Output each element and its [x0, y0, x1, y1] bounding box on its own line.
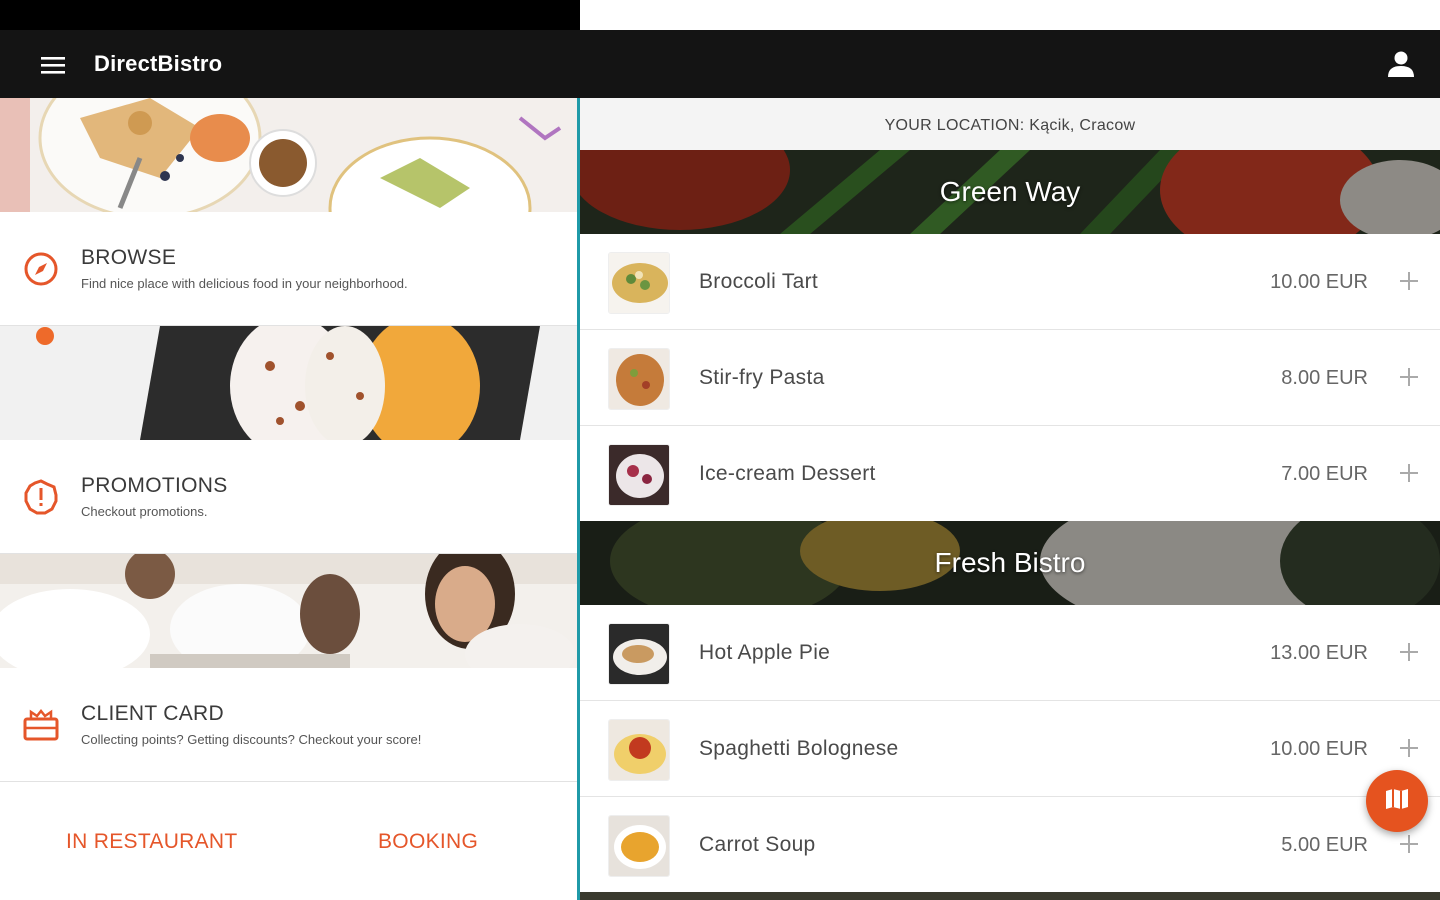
dish-price: 13.00 EUR [1270, 642, 1368, 664]
account-icon[interactable] [1384, 47, 1418, 81]
restaurant-header[interactable]: Green Way [580, 150, 1440, 234]
map-icon [1385, 788, 1409, 815]
nav-promotions[interactable]: PROMOTIONS Checkout promotions. [0, 440, 578, 554]
dish-name: Spaghetti Bolognese [699, 737, 899, 760]
promotions-title: PROMOTIONS [81, 474, 228, 497]
dish-image [608, 348, 670, 410]
dish-price: 7.00 EUR [1281, 463, 1368, 485]
add-icon[interactable] [1398, 641, 1420, 663]
location-bar[interactable]: YOUR LOCATION: Kącik, Cracow [580, 98, 1440, 150]
client-card-hero-image [0, 554, 578, 668]
nav-client-card[interactable]: CLIENT CARD Collecting points? Getting d… [0, 668, 578, 782]
alert-badge-icon [22, 478, 60, 516]
dish-image [608, 719, 670, 781]
dish-row[interactable]: Carrot Soup 5.00 EUR [580, 797, 1440, 893]
promotions-hero-image [0, 326, 578, 440]
wifi-icon [580, 4, 600, 27]
clock: 10:45 [650, 4, 696, 25]
dish-price: 5.00 EUR [1281, 834, 1368, 856]
booking-button[interactable]: BOOKING [378, 820, 478, 864]
dish-image [608, 815, 670, 877]
app-title: DirectBistro [94, 51, 223, 76]
next-restaurant-preview [580, 892, 1440, 900]
client-card-title: CLIENT CARD [81, 702, 224, 725]
dish-row[interactable]: Stir-fry Pasta 8.00 EUR [580, 330, 1440, 426]
right-panel: YOUR LOCATION: Kącik, Cracow Green Way B… [580, 98, 1440, 900]
add-icon[interactable] [1398, 462, 1420, 484]
battery-icon [634, 3, 645, 27]
add-icon[interactable] [1398, 366, 1420, 388]
add-icon[interactable] [1398, 833, 1420, 855]
bottom-actions: IN RESTAURANT BOOKING [0, 786, 578, 900]
dish-name: Stir-fry Pasta [699, 366, 825, 389]
nav-browse[interactable]: BROWSE Find nice place with delicious fo… [0, 212, 578, 326]
dish-image [608, 444, 670, 506]
compass-icon [22, 250, 60, 288]
left-panel: BROWSE Find nice place with delicious fo… [0, 98, 578, 900]
map-fab-button[interactable] [1366, 770, 1428, 832]
promotions-subtitle: Checkout promotions. [81, 504, 208, 519]
browse-subtitle: Find nice place with delicious food in y… [81, 276, 408, 291]
dish-name: Hot Apple Pie [699, 641, 831, 664]
gift-card-icon [22, 706, 60, 744]
client-card-subtitle: Collecting points? Getting discounts? Ch… [81, 732, 422, 747]
dish-name: Ice-cream Dessert [699, 462, 876, 485]
battery-percent: 71% [606, 9, 629, 21]
dish-price: 8.00 EUR [1281, 367, 1368, 389]
app-bar: DirectBistro [0, 30, 1440, 98]
dish-name: Broccoli Tart [699, 270, 819, 293]
status-bar: 71% 10:45 [0, 0, 1440, 30]
menu-icon[interactable] [38, 50, 68, 80]
browse-title: BROWSE [81, 246, 177, 269]
add-icon[interactable] [1398, 737, 1420, 759]
dish-row[interactable]: Ice-cream Dessert 7.00 EUR [580, 426, 1440, 522]
dish-image [608, 252, 670, 314]
dish-name: Carrot Soup [699, 833, 816, 856]
dish-row[interactable]: Broccoli Tart 10.00 EUR [580, 234, 1440, 330]
dish-price: 10.00 EUR [1270, 271, 1368, 293]
restaurant-header[interactable]: Fresh Bistro [580, 521, 1440, 605]
in-restaurant-button[interactable]: IN RESTAURANT [66, 820, 238, 864]
browse-hero-image [0, 98, 578, 212]
dish-row[interactable]: Spaghetti Bolognese 10.00 EUR [580, 701, 1440, 797]
add-icon[interactable] [1398, 270, 1420, 292]
dish-row[interactable]: Hot Apple Pie 13.00 EUR [580, 605, 1440, 701]
restaurant-name: Green Way [939, 176, 1081, 207]
dish-image [608, 623, 670, 685]
restaurant-name: Fresh Bistro [934, 547, 1086, 578]
dish-price: 10.00 EUR [1270, 738, 1368, 760]
